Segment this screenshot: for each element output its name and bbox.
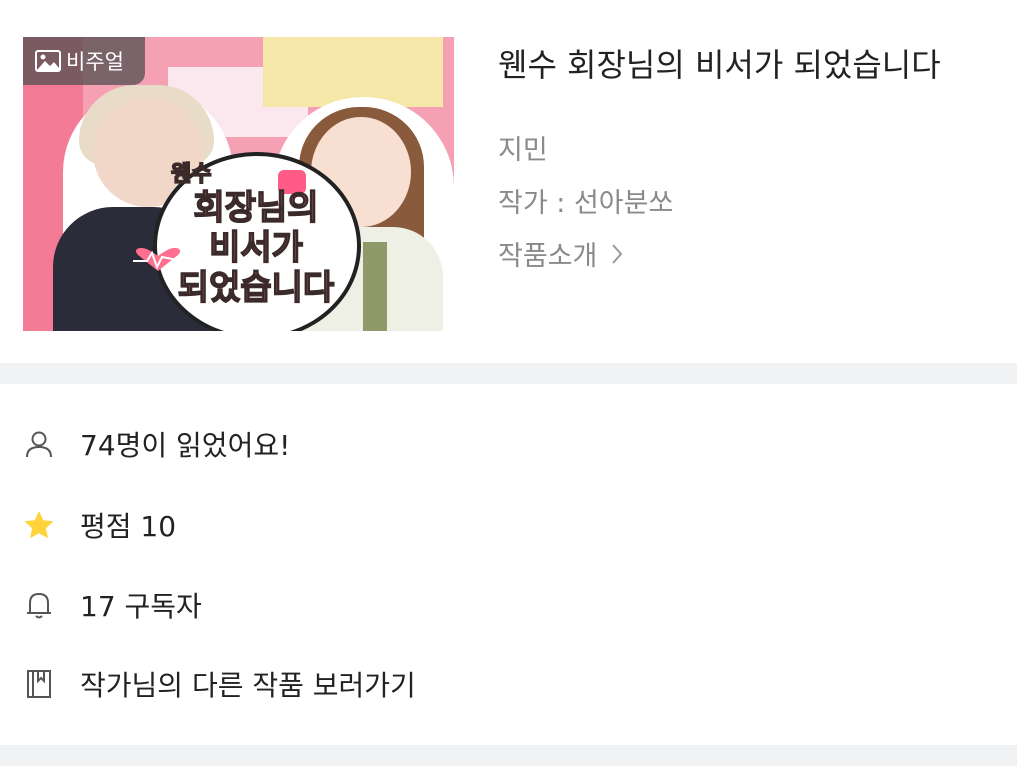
cover-title-line1: 웬수 <box>170 161 212 188</box>
rating-value: 평점 10 <box>80 510 177 543</box>
image-icon <box>35 50 61 72</box>
visual-badge-label: 비주얼 <box>66 50 124 74</box>
cover-character2-tie <box>363 242 387 331</box>
intro-link[interactable]: 작품소개 <box>498 234 623 273</box>
cover-title-line3: 비서가 <box>208 227 303 269</box>
other-works-link[interactable]: 작가님의 다른 작품 보러가기 <box>80 664 416 704</box>
other-works-row[interactable]: 작가님의 다른 작품 보러가기 <box>0 654 1017 714</box>
cover-title-line2: 회장님의 <box>193 187 320 229</box>
bell-icon <box>22 588 56 622</box>
intro-link-label: 작품소개 <box>498 241 598 272</box>
subscribers-count: 17 구독자 <box>80 590 202 623</box>
chevron-right-icon <box>611 243 623 265</box>
visual-badge[interactable]: 비주얼 <box>23 37 145 85</box>
book-genre[interactable]: 지민 <box>498 128 548 167</box>
readers-row: 74명이 읽었어요! <box>0 414 1017 474</box>
subscribers-row[interactable]: 17 구독자 <box>0 575 1017 635</box>
section-divider <box>0 363 1017 384</box>
book-author[interactable]: 작가 : 선아분쏘 <box>498 181 673 220</box>
cover-title-line4: 되었습니다 <box>177 267 335 309</box>
rating-row: 평점 10 <box>0 495 1017 555</box>
readers-count: 74명이 읽었어요! <box>80 429 291 462</box>
book-header: 웬수 회장님의 비서가 되었습니다 비주얼 웬수 회장님의 비서가 되었습니다 … <box>0 0 1017 362</box>
book-title: 웬수 회장님의 비서가 되었습니다 <box>498 46 941 84</box>
section-divider-bottom <box>0 745 1017 766</box>
cover-title-art: 웬수 회장님의 비서가 되었습니다 <box>161 161 351 309</box>
book-icon <box>22 667 56 701</box>
star-icon <box>22 508 56 542</box>
person-icon <box>22 427 56 461</box>
